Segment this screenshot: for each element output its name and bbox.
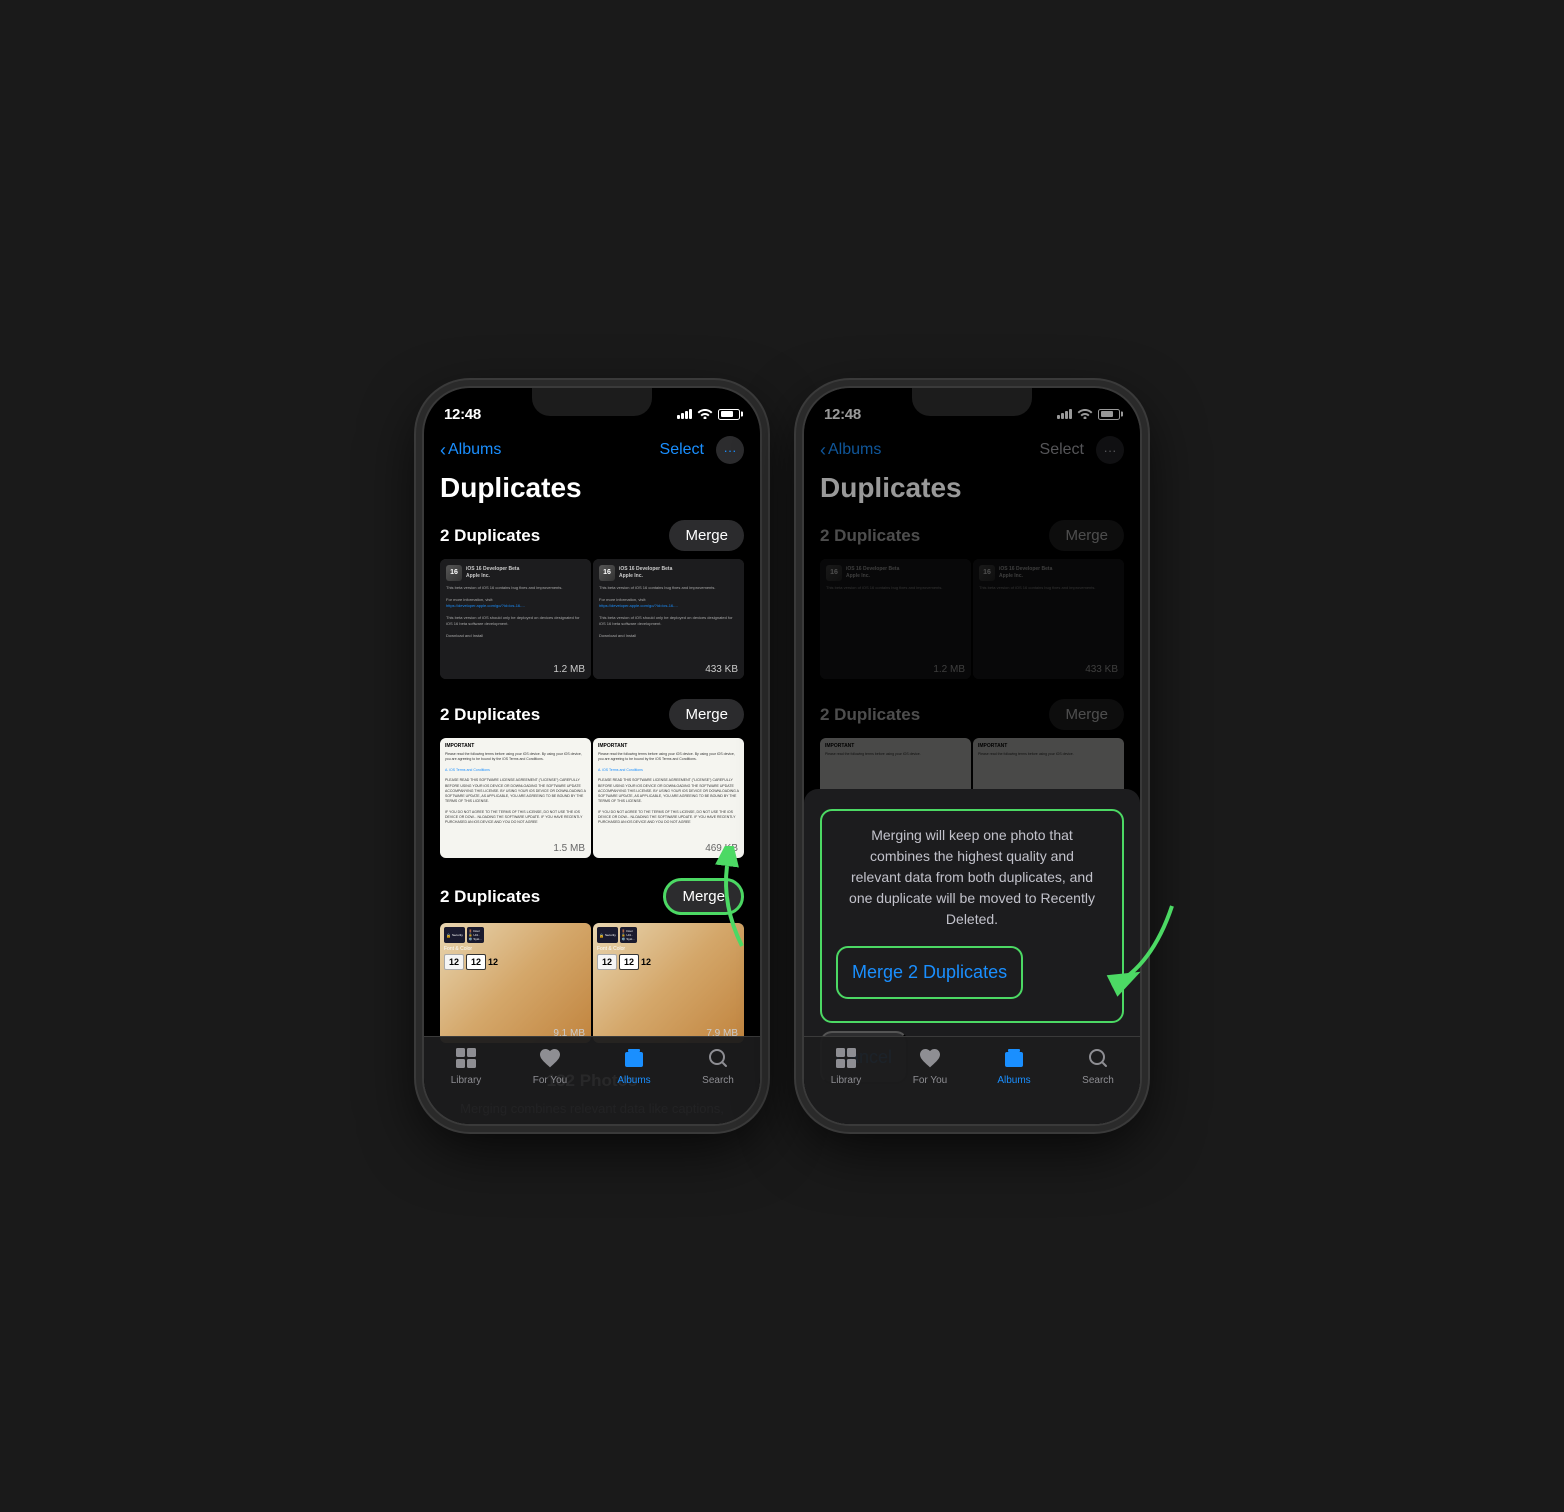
library-icon-2 [833,1045,859,1071]
dialog-overlay: Merging will keep one photo that combine… [804,388,1140,1124]
merge-button-1-3-highlighted[interactable]: Merge [663,878,744,915]
albums-icon-2 [1001,1045,1027,1071]
photo-thumb-1-1b[interactable]: 16 iOS 16 Developer BetaApple Inc. This … [593,559,744,679]
back-label-1: Albums [448,441,501,459]
search-icon-1 [705,1045,731,1071]
library-icon-1 [453,1045,479,1071]
file-size-1-2b: 469 KB [705,843,738,854]
group-title-1-3: 2 Duplicates [440,887,540,907]
battery-icon-1 [718,409,740,420]
photo-thumb-1-3a[interactable]: 🔒Security 🚪 Door🔓 Unl..⚙️ Syst... Font &… [440,923,591,1043]
tab-label-search-2: Search [1082,1075,1114,1086]
tab-albums-2[interactable]: Albums [972,1045,1056,1086]
merge-duplicates-button[interactable]: Merge 2 Duplicates [836,946,1023,999]
tab-search-1[interactable]: Search [676,1045,760,1086]
tab-label-albums-1: Albums [617,1075,650,1086]
photo-thumb-1-2b[interactable]: IMPORTANT Please read the following term… [593,738,744,858]
screen-1: 12:48 [424,388,760,1124]
phone-2: 12:48 [802,386,1142,1126]
notch-2 [912,388,1032,416]
tab-label-library-1: Library [451,1075,482,1086]
file-size-1-2a: 1.5 MB [553,843,585,854]
photo-row-1-1: 16 iOS 16 Developer BetaApple Inc. This … [424,559,760,679]
photo-thumb-1-3b[interactable]: 🔒Security 🚪 Door🔓 Unl..⚙️ Syst... Font &… [593,923,744,1043]
more-button-1[interactable]: ··· [716,436,744,464]
signal-icon-1 [677,409,692,419]
tab-search-2[interactable]: Search [1056,1045,1140,1086]
dialog-message: Merging will keep one photo that combine… [836,825,1108,930]
screen-2: 12:48 [804,388,1140,1124]
nav-actions-1: Select ··· [660,436,744,464]
phone-frame-1: 12:48 [422,386,762,1126]
page-title-1: Duplicates [424,472,760,516]
group-title-1-2: 2 Duplicates [440,705,540,725]
phone-frame-2: 12:48 [802,386,1142,1126]
tab-label-search-1: Search [702,1075,734,1086]
chevron-left-icon-1: ‹ [440,440,446,461]
photo-thumb-1-2a[interactable]: IMPORTANT Please read the following term… [440,738,591,858]
group-title-1-1: 2 Duplicates [440,526,540,546]
group-header-1-1: 2 Duplicates Merge [424,516,760,559]
file-size-1-1a: 1.2 MB [553,664,585,675]
status-icons-1 [677,407,740,422]
notch-1 [532,388,652,416]
group-1-2: 2 Duplicates Merge IMPORTANT Please read… [424,695,760,858]
tab-label-foryou-1: For You [533,1075,567,1086]
photo-row-1-2: IMPORTANT Please read the following term… [424,738,760,858]
tab-foryou-2[interactable]: For You [888,1045,972,1086]
wifi-icon-1 [697,407,713,422]
albums-icon-1 [621,1045,647,1071]
foryou-icon-1 [537,1045,563,1071]
dialog-box: Merging will keep one photo that combine… [820,809,1124,1023]
tab-label-albums-2: Albums [997,1075,1030,1086]
nav-header-1: ‹ Albums Select ··· [424,432,760,472]
tab-bar-1: Library For You Albums [424,1036,760,1124]
photo-row-1-3: 🔒Security 🚪 Door🔓 Unl..⚙️ Syst... Font &… [424,923,760,1043]
search-icon-2 [1085,1045,1111,1071]
tab-bar-2: Library For You Albums [804,1036,1140,1124]
merge-button-1-1[interactable]: Merge [669,520,744,551]
tab-label-foryou-2: For You [913,1075,947,1086]
file-size-1-1b: 433 KB [705,664,738,675]
back-button-1[interactable]: ‹ Albums [440,440,501,461]
group-1-1: 2 Duplicates Merge 16 iOS 16 Developer B… [424,516,760,679]
photo-thumb-1-1a[interactable]: 16 iOS 16 Developer BetaApple Inc. This … [440,559,591,679]
tab-label-library-2: Library [831,1075,862,1086]
foryou-icon-2 [917,1045,943,1071]
group-header-1-2: 2 Duplicates Merge [424,695,760,738]
scroll-content-1[interactable]: 2 Duplicates Merge 16 iOS 16 Developer B… [424,516,760,1120]
tab-library-2[interactable]: Library [804,1045,888,1086]
phone-1: 12:48 [422,386,762,1126]
select-button-1[interactable]: Select [660,441,704,459]
group-1-3: 2 Duplicates Merge 🔒Security [424,874,760,1043]
tab-albums-1[interactable]: Albums [592,1045,676,1086]
merge-button-1-2[interactable]: Merge [669,699,744,730]
tab-library-1[interactable]: Library [424,1045,508,1086]
time-1: 12:48 [444,406,481,423]
tab-foryou-1[interactable]: For You [508,1045,592,1086]
group-header-1-3: 2 Duplicates Merge [424,874,760,923]
